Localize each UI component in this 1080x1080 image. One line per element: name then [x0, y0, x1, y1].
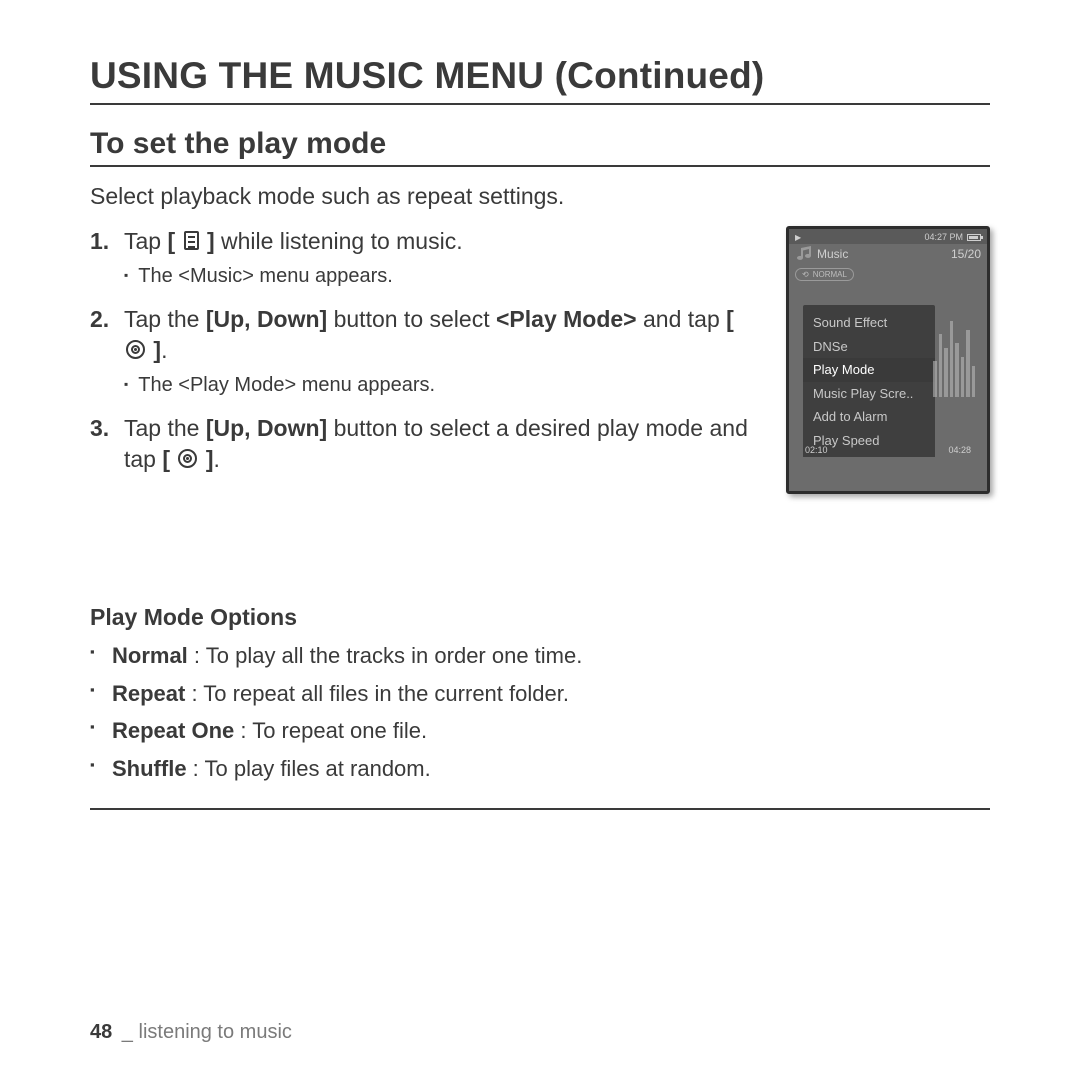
step-text: and tap: [637, 306, 727, 332]
option-item: Normal : To play all the tracks in order…: [90, 641, 990, 671]
option-item: Repeat One : To repeat one file.: [90, 716, 990, 746]
repeat-icon: ⟲: [802, 270, 809, 279]
device-clock: 04:27 PM: [924, 232, 963, 242]
equalizer-icon: [933, 307, 975, 397]
options-list: Normal : To play all the tracks in order…: [90, 641, 990, 810]
device-title-row: Music 15/20: [789, 244, 987, 266]
music-note-icon: [795, 246, 813, 262]
step-bold: [Up, Down]: [206, 306, 327, 332]
footer-sep: _: [116, 1021, 138, 1043]
option-name: Normal: [112, 643, 188, 668]
step-bold: [Up, Down]: [206, 415, 327, 441]
step-text: Tap: [124, 228, 167, 254]
step-1: Tap [ ] while listening to music. The <M…: [90, 226, 762, 290]
steps-list: Tap [ ] while listening to music. The <M…: [90, 226, 762, 475]
option-item: Shuffle : To play files at random.: [90, 754, 990, 784]
section-title: To set the play mode: [90, 127, 990, 167]
footer-label: listening to music: [139, 1021, 292, 1043]
battery-icon: [967, 234, 981, 241]
option-name: Shuffle: [112, 756, 187, 781]
intro-text: Select playback mode such as repeat sett…: [90, 183, 990, 210]
device-app-title: Music: [817, 247, 848, 261]
step-2: Tap the [Up, Down] button to select <Pla…: [90, 304, 762, 399]
device-menu-list: Sound EffectDNSePlay ModeMusic Play Scre…: [803, 305, 935, 457]
device-time-row: 02:10 04:28: [805, 445, 971, 455]
option-name: Repeat One: [112, 718, 234, 743]
step-text: Tap the: [124, 415, 206, 441]
option-desc: : To repeat all files in the current fol…: [185, 681, 569, 706]
option-desc: : To repeat one file.: [234, 718, 427, 743]
page-footer: 48 _ listening to music: [90, 1021, 292, 1044]
device-badge-text: NORMAL: [813, 270, 847, 279]
device-menu-item: Play Mode: [803, 358, 935, 382]
step-text: Tap the: [124, 306, 206, 332]
step-text: button to select: [327, 306, 496, 332]
device-mode-badge: ⟲ NORMAL: [795, 268, 854, 281]
device-screenshot: ▶ 04:27 PM Music 15/20 ⟲ NORMAL Sound Ef…: [786, 226, 990, 494]
menu-icon: [184, 231, 199, 250]
option-item: Repeat : To repeat all files in the curr…: [90, 679, 990, 709]
step-text: .: [161, 337, 167, 363]
device-time-elapsed: 02:10: [805, 445, 828, 455]
option-desc: : To play files at random.: [187, 756, 431, 781]
step-sub: The <Music> menu appears.: [124, 263, 762, 290]
device-menu-item: Music Play Scre..: [803, 382, 935, 406]
play-indicator-icon: ▶: [795, 233, 801, 242]
option-name: Repeat: [112, 681, 185, 706]
options-title: Play Mode Options: [90, 604, 990, 631]
device-time-total: 04:28: [948, 445, 971, 455]
device-menu-item: Sound Effect: [803, 311, 935, 335]
step-text: .: [214, 446, 220, 472]
page-title: USING THE MUSIC MENU (Continued): [90, 55, 990, 105]
device-track-count: 15/20: [951, 247, 981, 261]
device-status-bar: ▶ 04:27 PM: [789, 229, 987, 244]
select-icon: [178, 449, 197, 468]
step-text: while listening to music.: [215, 228, 463, 254]
option-desc: : To play all the tracks in order one ti…: [188, 643, 583, 668]
device-body: Sound EffectDNSePlay ModeMusic Play Scre…: [797, 289, 979, 457]
device-menu-item: Add to Alarm: [803, 405, 935, 429]
step-sub: The <Play Mode> menu appears.: [124, 372, 762, 399]
select-icon: [126, 340, 145, 359]
page-number: 48: [90, 1021, 112, 1043]
device-menu-item: DNSe: [803, 335, 935, 359]
step-3: Tap the [Up, Down] button to select a de…: [90, 413, 762, 475]
step-bold: <Play Mode>: [496, 306, 637, 332]
